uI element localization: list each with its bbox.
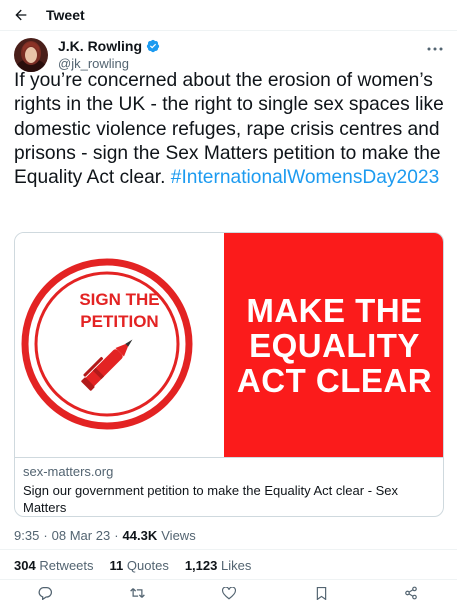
quotes-count: 11 bbox=[109, 558, 124, 573]
author-name[interactable]: J.K. Rowling bbox=[58, 38, 142, 54]
link-card[interactable]: SIGN THE PETITION MAKE THE EQUALITY ACT … bbox=[14, 232, 444, 517]
like-icon bbox=[222, 586, 236, 599]
sign-petition-text: SIGN THE PETITION bbox=[15, 289, 224, 333]
retweets-count: 304 bbox=[14, 558, 36, 573]
headline-panel: MAKE THE EQUALITY ACT CLEAR bbox=[224, 233, 443, 457]
separator: · bbox=[114, 528, 119, 543]
author-name-row: J.K. Rowling bbox=[58, 38, 160, 54]
card-title: Sign our government petition to make the… bbox=[23, 483, 399, 515]
divider bbox=[0, 579, 457, 580]
share-button[interactable] bbox=[402, 586, 420, 600]
quotes-label: Quotes bbox=[126, 558, 169, 573]
divider bbox=[0, 549, 457, 550]
timestamp-row: 9:35 · 08 Mar 23 · 44.3K Views bbox=[14, 528, 196, 543]
headline-text: MAKE THE EQUALITY ACT CLEAR bbox=[230, 293, 440, 398]
avatar-image bbox=[14, 38, 48, 72]
arrow-left-icon bbox=[15, 9, 27, 21]
reply-icon bbox=[38, 586, 52, 600]
retweet-icon bbox=[129, 588, 145, 598]
share-icon bbox=[405, 586, 417, 600]
bookmark-button[interactable] bbox=[312, 586, 330, 600]
likes-label: Likes bbox=[221, 558, 252, 573]
card-meta[interactable]: sex-matters.org Sign our government peti… bbox=[15, 457, 443, 516]
verified-badge-icon bbox=[146, 39, 160, 53]
card-domain: sex-matters.org bbox=[23, 464, 114, 479]
action-bar bbox=[0, 586, 457, 600]
views-label: Views bbox=[161, 528, 196, 543]
back-button[interactable] bbox=[10, 4, 32, 26]
petition-seal: SIGN THE PETITION bbox=[15, 233, 224, 457]
retweets-label: Retweets bbox=[39, 558, 94, 573]
more-options-icon[interactable] bbox=[425, 44, 445, 54]
tweet-text: If you’re concerned about the erosion of… bbox=[14, 69, 452, 190]
top-bar: Tweet bbox=[0, 0, 457, 30]
pen-icon bbox=[81, 339, 133, 391]
separator: · bbox=[43, 528, 48, 543]
hashtag-link[interactable]: #InternationalWomensDay2023 bbox=[171, 167, 439, 188]
divider bbox=[0, 30, 457, 31]
retweets-stat[interactable]: 304 Retweets bbox=[14, 558, 94, 573]
likes-stat[interactable]: 1,123 Likes bbox=[185, 558, 252, 573]
retweet-button[interactable] bbox=[128, 586, 146, 600]
seal-rings bbox=[21, 258, 193, 430]
stats-row: 304 Retweets 11 Quotes 1,123 Likes bbox=[14, 558, 251, 573]
page-title: Tweet bbox=[46, 7, 85, 23]
bookmark-icon bbox=[316, 586, 326, 600]
avatar[interactable] bbox=[14, 38, 48, 72]
tweet-date[interactable]: 08 Mar 23 bbox=[52, 528, 111, 543]
headline-line-1: MAKE THE bbox=[246, 291, 423, 329]
headline-line-3: ACT CLEAR bbox=[236, 361, 433, 399]
sign-line-2: PETITION bbox=[80, 312, 159, 331]
likes-count: 1,123 bbox=[184, 558, 218, 573]
views-count: 44.3K bbox=[122, 528, 158, 543]
sign-line-1: SIGN THE bbox=[79, 290, 160, 309]
reply-button[interactable] bbox=[36, 586, 54, 600]
quotes-stat[interactable]: 11 Quotes bbox=[110, 558, 169, 573]
card-image[interactable]: SIGN THE PETITION MAKE THE EQUALITY ACT … bbox=[15, 233, 443, 457]
tweet-time[interactable]: 9:35 bbox=[14, 528, 39, 543]
like-button[interactable] bbox=[220, 586, 238, 600]
headline-line-2: EQUALITY bbox=[249, 326, 420, 364]
